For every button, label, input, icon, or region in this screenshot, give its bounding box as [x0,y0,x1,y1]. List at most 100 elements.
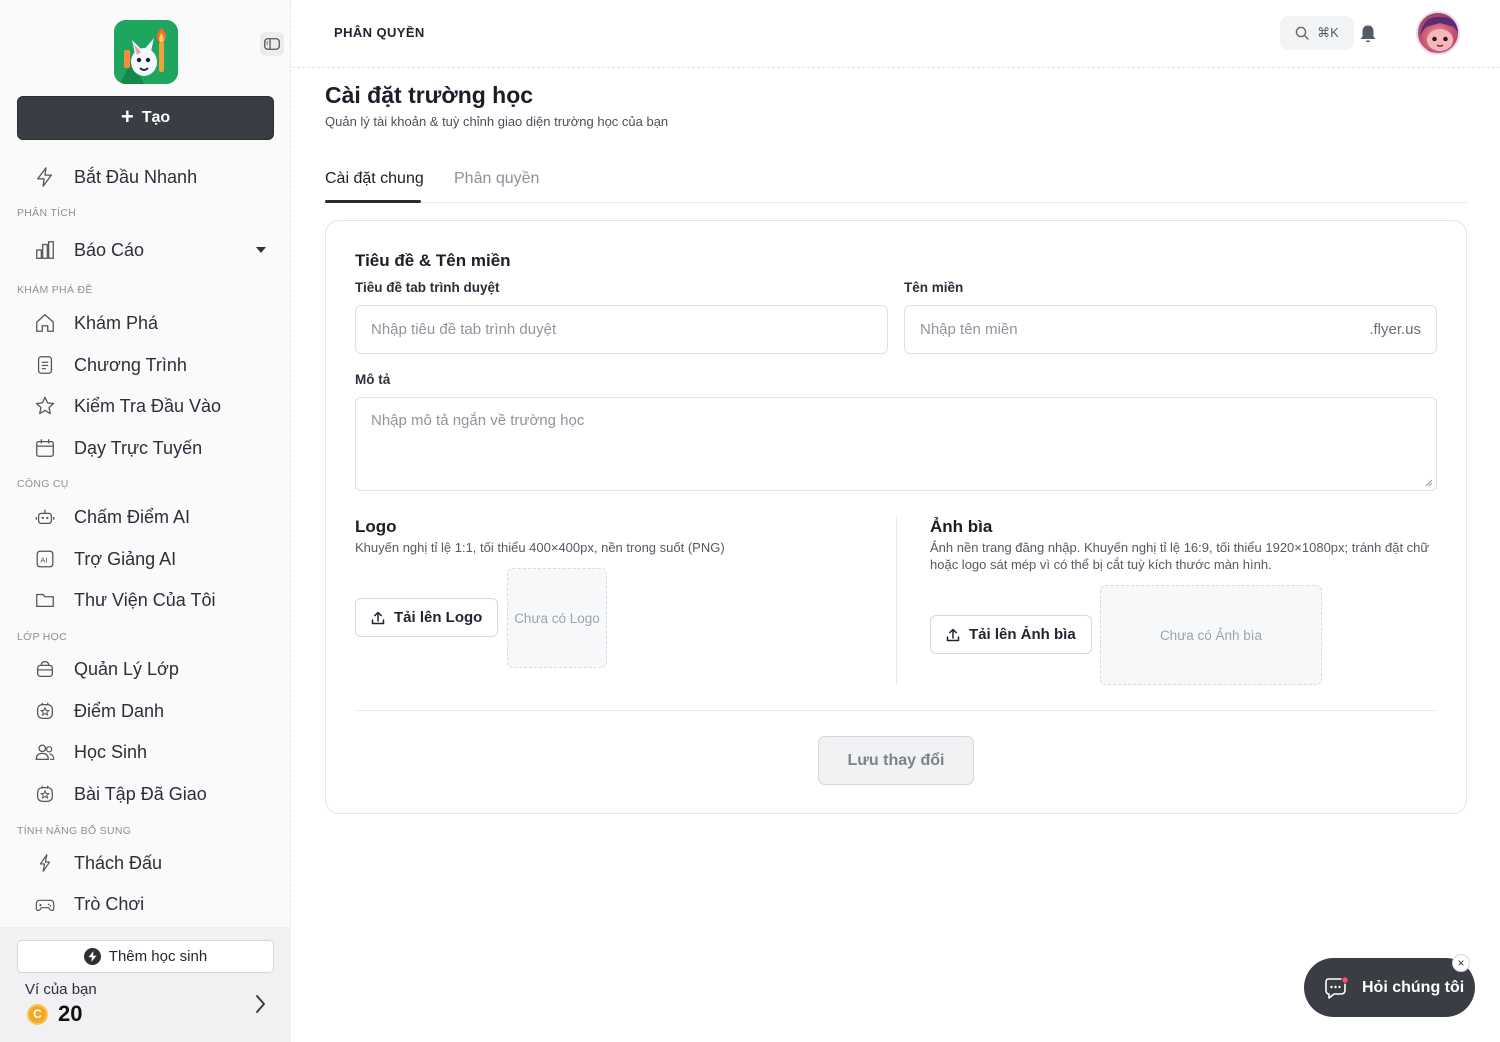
sidebar-item-label: Báo Cáo [74,239,145,260]
mascot-logo-icon [114,20,178,84]
sidebar-item-ai-grading[interactable]: Chấm Điểm AI [34,502,190,532]
search-shortcut: ⌘K [1317,25,1339,40]
logo-preview: Chưa có Logo [507,568,607,668]
wallet-label: Ví của bạn [25,981,97,998]
resize-grip-icon[interactable] [1425,479,1433,487]
sidebar-item-label: Trò Chơi [74,893,145,914]
upload-logo-label: Tải lên Logo [394,609,483,626]
chevron-down-icon[interactable] [256,247,266,253]
chat-bubble-icon [1325,975,1349,999]
assignment-badge-icon [37,785,53,802]
sidebar-item-label: Bắt Đầu Nhanh [74,166,198,187]
section-title-title-domain: Tiêu đề & Tên miền [355,251,511,270]
sidebar-item-label: Chấm Điểm AI [74,506,191,527]
folder-icon [36,593,54,608]
page-title: Cài đặt trường học [325,82,534,108]
ai-chip-icon: AI [36,550,54,568]
search-icon [1295,26,1309,40]
search-button[interactable]: ⌘K [1280,16,1354,50]
sidebar-item-label: Khám Phá [74,312,159,333]
wallet-balance: C 20 [27,1001,82,1027]
plus-icon: + [120,104,134,129]
coin-icon: C [27,1003,48,1025]
domain-input[interactable]: Nhập tên miền .flyer.us [904,305,1437,354]
logo-section-title: Logo [355,517,397,536]
tab-general-settings[interactable]: Cài đặt chung [325,170,424,188]
sidebar-item-attendance[interactable]: Điểm Danh [34,696,164,726]
top-bar: PHÂN QUYỀN ⌘K [292,0,1500,68]
sidebar-footer: Thêm học sinh Ví của bạn C 20 [0,927,291,1042]
section-label-explore: KHÁM PHÁ ĐỀ [17,284,93,296]
bag-icon [37,661,53,677]
sidebar-collapse-button[interactable] [260,32,284,56]
sidebar-item-entrance-test[interactable]: Kiểm Tra Đầu Vào [34,391,221,421]
sidebar-item-assigned-homework[interactable]: Bài Tập Đã Giao [34,779,207,809]
horizontal-divider [355,710,1437,711]
domain-placeholder: Nhập tên miền [920,321,1018,338]
panel-toggle-icon [264,38,280,50]
description-label: Mô tả [355,372,391,387]
sidebar-item-label: Bài Tập Đã Giao [74,783,207,804]
chat-close-button[interactable]: × [1452,954,1470,972]
sidebar-item-label: Điểm Danh [74,700,165,721]
home-icon [36,314,54,332]
cover-section-title: Ảnh bìa [930,517,993,536]
create-button[interactable]: + Tạo [17,96,274,140]
avatar-illustration-icon [1420,16,1458,53]
chat-button-label: Hỏi chúng tôi [1362,978,1465,996]
star-icon [35,396,55,415]
description-placeholder: Nhập mô tả ngắn về trường học [371,412,585,429]
tab-title-label: Tiêu đề tab trình duyệt [355,280,500,295]
description-textarea[interactable]: Nhập mô tả ngắn về trường học [355,397,1437,491]
robot-icon [35,509,55,525]
upload-logo-button[interactable]: Tải lên Logo [355,598,499,637]
add-student-button[interactable]: Thêm học sinh [17,940,274,973]
ask-us-chat-button[interactable]: Hỏi chúng tôi [1304,958,1475,1017]
user-avatar[interactable] [1416,11,1460,55]
sidebar-item-explore[interactable]: Khám Phá [34,308,158,338]
sidebar-item-class-manage[interactable]: Quản Lý Lớp [34,654,179,684]
chevron-right-icon[interactable] [252,993,268,1015]
section-label-classes: LỚP HỌC [17,631,68,643]
sidebar-item-online-teaching[interactable]: Dạy Trực Tuyến [34,433,202,463]
brand-logo[interactable] [114,20,178,84]
flash-icon [39,854,51,872]
breadcrumb: PHÂN QUYỀN [334,25,425,40]
sidebar-item-challenge[interactable]: Thách Đấu [34,848,162,878]
bell-icon[interactable] [1359,24,1377,44]
wallet-amount: 20 [58,1001,83,1026]
sidebar-item-label: Học Sinh [74,741,148,762]
upload-icon [371,611,385,624]
sidebar-item-reports[interactable]: Báo Cáo [34,235,144,265]
settings-tabs: Cài đặt chung Phân quyền [325,160,1467,203]
create-button-label: Tạo [141,109,171,126]
gamepad-icon [35,899,55,912]
sidebar-item-my-library[interactable]: Thư Viện Của Tôi [34,585,215,615]
cover-hint: Ảnh nền trang đăng nhập. Khuyến nghị tỉ … [930,540,1430,572]
upload-icon [946,628,960,641]
sidebar: + Tạo Bắt Đầu Nhanh PHÂN TÍCH Báo Cáo KH… [0,0,291,1042]
users-icon [35,744,55,760]
sidebar-item-programs[interactable]: Chương Trình [34,350,187,380]
sidebar-item-quick-start[interactable]: Bắt Đầu Nhanh [34,162,197,192]
upload-cover-button[interactable]: Tải lên Ảnh bìa [930,615,1092,654]
cover-preview: Chưa có Ảnh bìa [1100,585,1322,685]
sidebar-item-label: Chương Trình [74,354,187,375]
sidebar-item-students[interactable]: Học Sinh [34,737,147,767]
logo-empty-text: Chưa có Logo [514,610,600,626]
domain-label: Tên miền [904,280,964,295]
svg-text:AI: AI [40,556,47,565]
active-tab-indicator [325,200,421,203]
sidebar-item-label: Thư Viện Của Tôi [74,589,216,610]
calendar-icon [36,439,54,457]
save-changes-button[interactable]: Lưu thay đổi [818,736,974,785]
sidebar-item-ai-assistant[interactable]: AI Trợ Giảng AI [34,544,176,574]
sidebar-item-label: Kiểm Tra Đầu Vào [74,395,222,416]
document-icon [37,356,53,374]
tab-permissions[interactable]: Phân quyền [454,170,539,188]
tab-title-input[interactable]: Nhập tiêu đề tab trình duyệt [355,305,888,354]
sidebar-item-games[interactable]: Trò Chơi [34,889,144,919]
vertical-divider [896,517,897,685]
sidebar-item-label: Quản Lý Lớp [74,658,179,679]
lightning-icon [37,167,53,187]
